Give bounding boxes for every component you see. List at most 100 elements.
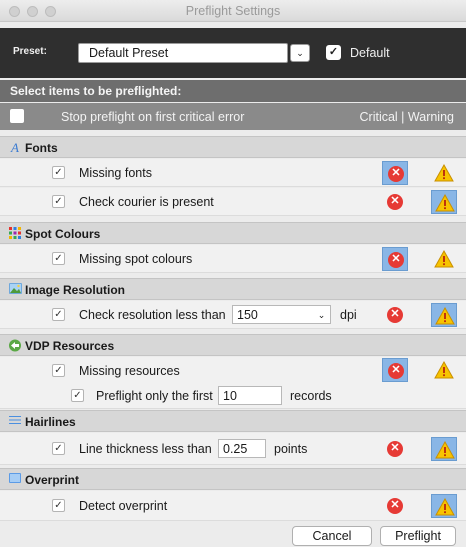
list-item: ✓ Missing spot colours ✕ — [0, 245, 466, 273]
critical-toggle[interactable]: ✕ — [382, 494, 408, 518]
stop-preflight-checkbox[interactable] — [10, 109, 24, 123]
item-label: Detect overprint — [79, 499, 168, 513]
critical-warning-columns-label: Critical | Warning — [359, 110, 454, 124]
category-label: VDP Resources — [25, 339, 115, 353]
item-checkbox[interactable]: ✓ — [52, 442, 65, 455]
item-label: Missing resources — [79, 364, 180, 378]
item-checkbox[interactable]: ✓ — [52, 499, 65, 512]
category-hairlines: Hairlines — [0, 410, 466, 432]
warning-toggle[interactable] — [431, 437, 457, 461]
preset-label: Preset: — [13, 46, 47, 57]
vdp-icon — [8, 339, 22, 352]
warning-toggle[interactable] — [431, 161, 457, 185]
critical-toggle[interactable]: ✕ — [382, 437, 408, 461]
list-item: ✓ Missing resources ✕ — [0, 357, 466, 383]
category-fonts: A Fonts — [0, 136, 466, 158]
checkmark-icon: ✓ — [73, 390, 82, 401]
list-item: ✓ Check resolution less than 150 ⌄ dpi ✕ — [0, 301, 466, 329]
resolution-dropdown-button[interactable]: ⌄ — [313, 305, 331, 324]
item-label: Check resolution less than — [79, 308, 226, 322]
resolution-input[interactable]: 150 — [232, 305, 314, 324]
item-checkbox[interactable]: ✓ — [71, 389, 84, 402]
critical-error-icon: ✕ — [387, 441, 403, 457]
critical-error-icon: ✕ — [387, 194, 403, 210]
warning-icon — [434, 361, 454, 379]
stop-preflight-label: Stop preflight on first critical error — [61, 110, 245, 124]
warning-toggle[interactable] — [431, 303, 457, 327]
title-bar: Preflight Settings — [0, 0, 466, 22]
chevron-down-icon: ⌄ — [317, 310, 326, 320]
category-spot-colours: Spot Colours — [0, 222, 466, 244]
critical-toggle[interactable]: ✕ — [382, 161, 408, 185]
category-label: Fonts — [25, 141, 58, 155]
warning-toggle[interactable] — [431, 494, 457, 518]
warning-icon — [435, 498, 455, 516]
list-item: ✓ Check courier is present ✕ — [0, 188, 466, 216]
critical-toggle[interactable]: ✕ — [382, 358, 408, 382]
item-checkbox[interactable]: ✓ — [52, 166, 65, 179]
warning-icon — [435, 307, 455, 325]
chevron-down-icon: ⌄ — [296, 48, 304, 58]
checkmark-icon: ✓ — [54, 365, 63, 376]
preset-select[interactable]: Default Preset — [78, 43, 288, 63]
critical-error-icon: ✕ — [388, 252, 404, 268]
warning-icon — [434, 164, 454, 182]
overprint-icon — [8, 473, 22, 486]
font-icon: A — [11, 140, 19, 155]
image-icon — [8, 283, 22, 296]
unit-label: records — [290, 389, 332, 403]
line-thickness-input[interactable]: 0.25 — [218, 439, 266, 458]
checkmark-icon: ✓ — [54, 196, 63, 207]
category-label: Image Resolution — [25, 283, 126, 297]
critical-error-icon: ✕ — [387, 498, 403, 514]
window-title: Preflight Settings — [185, 4, 281, 18]
critical-toggle[interactable]: ✕ — [382, 190, 408, 214]
select-items-header: Select items to be preflighted: — [0, 80, 466, 102]
warning-icon — [434, 250, 454, 268]
item-label: Check courier is present — [79, 195, 214, 209]
critical-error-icon: ✕ — [388, 363, 404, 379]
checkmark-icon: ✓ — [54, 167, 63, 178]
warning-toggle[interactable] — [431, 247, 457, 271]
item-label: Missing spot colours — [79, 252, 193, 266]
item-label: Missing fonts — [79, 166, 152, 180]
hairlines-icon — [8, 415, 22, 428]
checkmark-icon: ✓ — [328, 46, 339, 58]
stop-preflight-row: Stop preflight on first critical error C… — [0, 103, 466, 130]
list-item: ✓ Preflight only the first 10 records — [0, 383, 466, 409]
critical-error-icon: ✕ — [387, 307, 403, 323]
category-label: Overprint — [25, 473, 80, 487]
item-checkbox[interactable]: ✓ — [52, 252, 65, 265]
checkmark-icon: ✓ — [54, 253, 63, 264]
unit-label: dpi — [340, 308, 357, 322]
cancel-button[interactable]: Cancel — [292, 526, 372, 546]
category-overprint: Overprint — [0, 468, 466, 490]
default-checkbox[interactable]: ✓ — [326, 45, 341, 60]
critical-toggle[interactable]: ✕ — [382, 247, 408, 271]
list-item: ✓ Missing fonts ✕ — [0, 159, 466, 187]
category-label: Spot Colours — [25, 227, 101, 241]
list-item: ✓ Line thickness less than 0.25 points ✕ — [0, 433, 466, 465]
category-image-resolution: Image Resolution — [0, 278, 466, 300]
warning-icon — [435, 441, 455, 459]
warning-toggle[interactable] — [431, 358, 457, 382]
item-checkbox[interactable]: ✓ — [52, 195, 65, 208]
list-item: ✓ Detect overprint ✕ — [0, 491, 466, 521]
preset-bar: Preset: Default Preset ⌄ ✓ Default — [0, 28, 466, 78]
category-label: Hairlines — [25, 415, 76, 429]
item-label: Preflight only the first — [96, 389, 213, 403]
item-checkbox[interactable]: ✓ — [52, 308, 65, 321]
records-input[interactable]: 10 — [218, 386, 282, 405]
critical-toggle[interactable]: ✕ — [382, 303, 408, 327]
warning-toggle[interactable] — [431, 190, 457, 214]
checkmark-icon: ✓ — [54, 443, 63, 454]
item-label: Line thickness less than — [79, 442, 212, 456]
unit-label: points — [274, 442, 308, 456]
item-checkbox[interactable]: ✓ — [52, 364, 65, 377]
preset-dropdown-button[interactable]: ⌄ — [290, 44, 310, 62]
checkmark-icon: ✓ — [54, 500, 63, 511]
spot-colours-icon — [8, 227, 22, 240]
warning-icon — [435, 194, 455, 212]
preflight-button[interactable]: Preflight — [380, 526, 456, 546]
critical-error-icon: ✕ — [388, 166, 404, 182]
